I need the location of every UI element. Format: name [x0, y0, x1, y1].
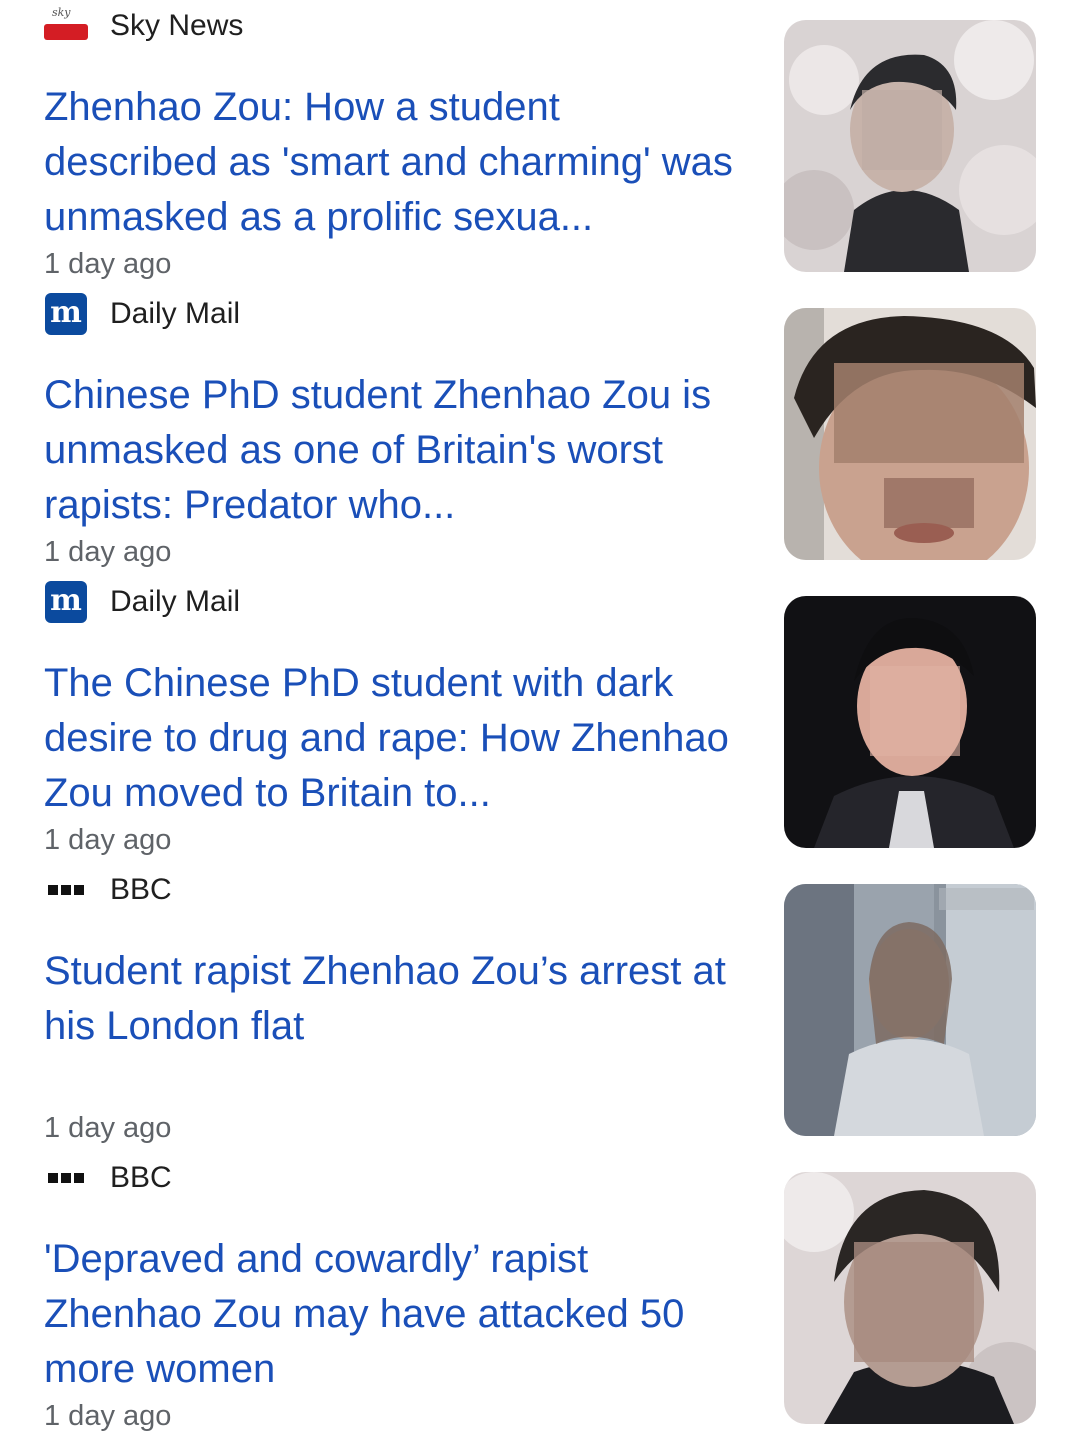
mail-logo-text: m — [45, 293, 87, 335]
source-row: m Daily Mail — [44, 580, 240, 624]
headline-link[interactable]: The Chinese PhD student with dark desire… — [44, 656, 744, 821]
daily-mail-logo: m — [44, 580, 88, 624]
sky-news-logo: sky — [44, 4, 88, 48]
headline-link[interactable]: Zhenhao Zou: How a student described as … — [44, 80, 744, 245]
news-card[interactable]: sky Sky News Zhenhao Zou: How a student … — [0, 0, 1080, 288]
timestamp: 1 day ago — [44, 536, 172, 568]
source-name: BBC — [110, 873, 172, 906]
source-row: BBC — [44, 1156, 172, 1200]
source-row: sky Sky News — [44, 4, 243, 48]
headline-link[interactable]: Student rapist Zhenhao Zou’s arrest at h… — [44, 944, 744, 1054]
news-card[interactable]: m Daily Mail Chinese PhD student Zhenhao… — [0, 288, 1080, 576]
source-name: Sky News — [110, 9, 244, 42]
bbc-logo — [44, 1156, 88, 1200]
article-thumbnail[interactable] — [784, 1172, 1036, 1424]
timestamp: 1 day ago — [44, 248, 172, 280]
timestamp: 1 day ago — [44, 824, 172, 856]
article-thumbnail[interactable] — [784, 596, 1036, 848]
bbc-logo — [44, 868, 88, 912]
headline-link[interactable]: 'Depraved and cowardly’ rapist Zhenhao Z… — [44, 1232, 744, 1397]
article-thumbnail[interactable] — [784, 20, 1036, 272]
mail-logo-text: m — [45, 581, 87, 623]
article-thumbnail[interactable] — [784, 308, 1036, 560]
source-name: BBC — [110, 1161, 172, 1194]
timestamp: 1 day ago — [44, 1112, 172, 1144]
daily-mail-logo: m — [44, 292, 88, 336]
source-row: BBC — [44, 868, 172, 912]
sky-logo-text: sky — [52, 6, 71, 19]
news-card[interactable]: m Daily Mail The Chinese PhD student wit… — [0, 576, 1080, 864]
news-card[interactable]: BBC 'Depraved and cowardly’ rapist Zhenh… — [0, 1152, 1080, 1440]
source-name: Daily Mail — [110, 297, 241, 330]
article-thumbnail[interactable] — [784, 884, 1036, 1136]
source-row: m Daily Mail — [44, 292, 240, 336]
news-feed: sky Sky News Zhenhao Zou: How a student … — [0, 0, 1080, 1440]
news-card[interactable]: BBC Student rapist Zhenhao Zou’s arrest … — [0, 864, 1080, 1152]
headline-link[interactable]: Chinese PhD student Zhenhao Zou is unmas… — [44, 368, 744, 533]
timestamp: 1 day ago — [44, 1400, 172, 1432]
source-name: Daily Mail — [110, 585, 241, 618]
